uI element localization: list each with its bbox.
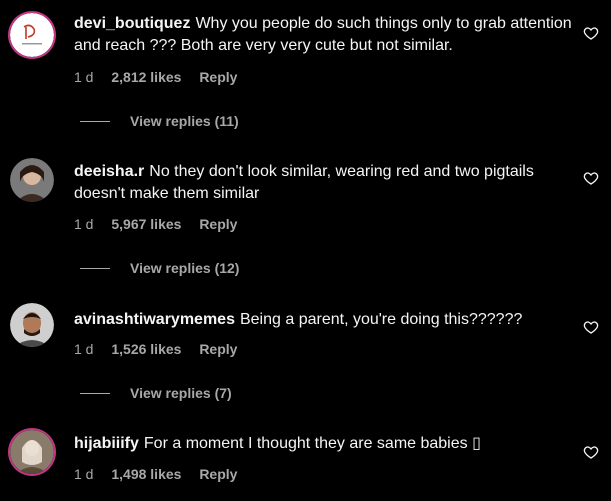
heart-icon[interactable] [583,319,599,335]
view-replies-label: View replies (11) [130,113,239,129]
reply-button[interactable]: Reply [199,69,237,85]
comment-text: deeisha.r No they don't look similar, wea… [74,161,574,205]
comment-likes[interactable]: 5,967 likes [111,216,181,232]
comment-time: 1 d [74,341,94,357]
comment-body: For a moment I thought they are same bab… [143,435,481,452]
comment-body: Being a parent, you're doing this?????? [239,311,523,328]
comment-likes[interactable]: 1,498 likes [111,466,181,482]
comment-time: 1 d [74,216,94,232]
avatar[interactable] [10,13,54,57]
comment-time: 1 d [74,466,94,482]
comment-text: hijabiiify For a moment I thought they ar… [74,433,574,455]
view-replies-button[interactable]: View replies (11) [80,113,239,129]
heart-icon[interactable] [583,25,599,41]
avatar[interactable] [10,158,54,202]
divider [80,120,110,122]
divider [80,392,110,394]
view-replies-label: View replies (7) [130,385,232,401]
reply-button[interactable]: Reply [199,341,237,357]
view-replies-button[interactable]: View replies (12) [80,260,239,276]
comment-username[interactable]: hijabiiify [74,435,139,452]
comment-meta: 1 d 1,498 likes Reply [74,466,251,482]
comment-meta: 1 d 5,967 likes Reply [74,216,251,232]
view-replies-label: View replies (12) [130,260,240,276]
avatar[interactable] [10,430,54,474]
comment-username[interactable]: deeisha.r [74,163,144,180]
comment-meta: 1 d 2,812 likes Reply [74,69,251,85]
comment-likes[interactable]: 2,812 likes [111,69,181,85]
heart-icon[interactable] [583,444,599,460]
comment-username[interactable]: avinashtiwarymemes [74,311,235,328]
heart-icon[interactable] [583,170,599,186]
comment-meta: 1 d 1,526 likes Reply [74,341,251,357]
divider [80,267,110,269]
comment-username[interactable]: devi_boutiquez [74,15,190,32]
comment-text: avinashtiwarymemes Being a parent, you're… [74,309,574,331]
comment-time: 1 d [74,69,94,85]
view-replies-button[interactable]: View replies (7) [80,385,232,401]
reply-button[interactable]: Reply [199,466,237,482]
reply-button[interactable]: Reply [199,216,237,232]
comment-likes[interactable]: 1,526 likes [111,341,181,357]
comment-text: devi_boutiquez Why you people do such thi… [74,13,574,57]
avatar[interactable] [10,303,54,347]
